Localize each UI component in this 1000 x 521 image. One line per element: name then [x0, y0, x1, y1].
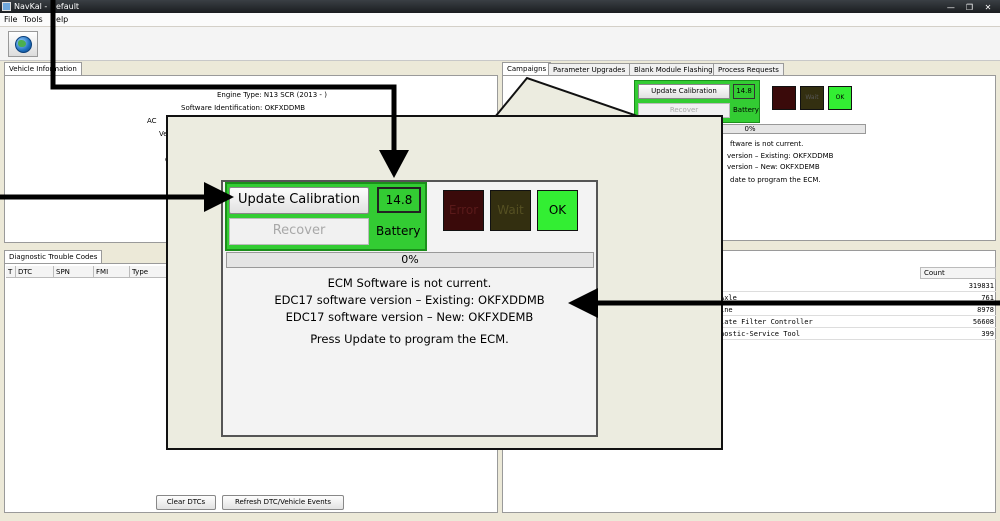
update-calibration-button[interactable]: Update Calibration — [229, 187, 369, 214]
progress-percent: 0% — [401, 253, 419, 266]
recover-button[interactable]: Recover — [229, 218, 369, 245]
callout-tail — [492, 76, 641, 118]
status-message-line: ECM Software is not current. — [327, 276, 492, 290]
calibration-widget: Update Calibration Recover 14.8 Battery … — [221, 180, 598, 437]
progress-bar: 0% — [226, 252, 594, 268]
ok-lamp: OK — [537, 190, 578, 231]
error-lamp: Error — [443, 190, 484, 231]
battery-label: Battery — [376, 224, 421, 238]
status-lamps: Error Wait OK — [429, 182, 596, 250]
wait-lamp: Wait — [490, 190, 531, 231]
status-message-line: EDC17 software version – New: OKFXDEMB — [285, 310, 534, 324]
status-message-line: EDC17 software version – Existing: OKFXD… — [274, 293, 545, 307]
battery-voltage-value: 14.8 — [377, 187, 421, 213]
status-message-line: Press Update to program the ECM. — [310, 332, 509, 346]
